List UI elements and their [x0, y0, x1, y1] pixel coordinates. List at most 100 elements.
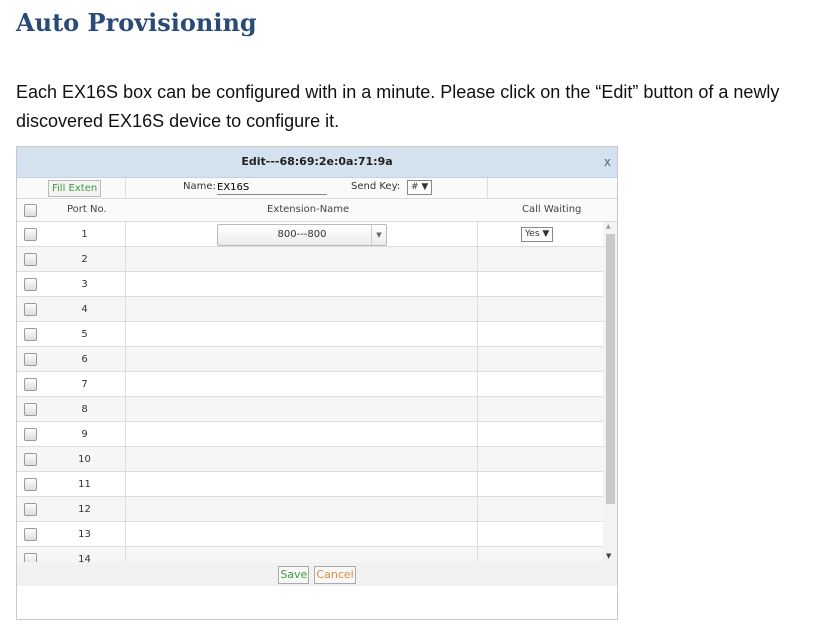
- divider: [477, 272, 478, 296]
- name-input[interactable]: [217, 180, 327, 195]
- row-checkbox[interactable]: [24, 378, 37, 391]
- port-number: 7: [81, 379, 88, 390]
- port-number: 5: [81, 329, 88, 340]
- dialog-title: Edit---68:69:2e:0a:71:9a: [241, 155, 393, 168]
- table-row: 7: [17, 372, 603, 397]
- fill-exten-button[interactable]: Fill Exten: [48, 180, 102, 197]
- name-label: Name:: [183, 181, 216, 192]
- extension-select[interactable]: 800---800 ▼: [217, 224, 387, 246]
- row-checkbox[interactable]: [24, 503, 37, 516]
- port-number: 6: [81, 354, 88, 365]
- row-checkbox[interactable]: [24, 228, 37, 241]
- table-row: 11: [17, 472, 603, 497]
- row-checkbox[interactable]: [24, 553, 37, 562]
- port-number: 3: [81, 279, 88, 290]
- dialog-footer: Save Cancel: [17, 562, 617, 586]
- divider: [125, 347, 126, 371]
- divider: [125, 372, 126, 396]
- divider: [125, 472, 126, 496]
- port-number: 10: [78, 454, 91, 465]
- divider: [477, 222, 478, 246]
- divider: [125, 222, 126, 246]
- header-port: Port No.: [67, 204, 107, 215]
- table-row: 1 800---800 ▼ Yes ▼: [17, 222, 603, 247]
- header-call-waiting: Call Waiting: [522, 204, 582, 215]
- port-number: 13: [78, 529, 91, 540]
- divider: [125, 272, 126, 296]
- port-number: 9: [81, 429, 88, 440]
- row-checkbox[interactable]: [24, 253, 37, 266]
- port-number: 12: [78, 504, 91, 515]
- send-key-value: #: [411, 182, 419, 192]
- row-checkbox[interactable]: [24, 278, 37, 291]
- divider: [487, 178, 488, 198]
- divider: [125, 522, 126, 546]
- document-title: Auto Provisioning: [16, 8, 257, 37]
- table-row: 2: [17, 247, 603, 272]
- table-row: 4: [17, 297, 603, 322]
- table-row: 3: [17, 272, 603, 297]
- divider: [125, 447, 126, 471]
- table-body: 1 800---800 ▼ Yes ▼ 2 3 4 5 6 7 8 9 10 11 12 13 14 ▲ ▼: [17, 222, 617, 562]
- divider: [125, 397, 126, 421]
- row-checkbox[interactable]: [24, 353, 37, 366]
- table-header: Port No. Extension-Name Call Waiting: [17, 199, 617, 222]
- row-checkbox[interactable]: [24, 453, 37, 466]
- row-checkbox[interactable]: [24, 428, 37, 441]
- divider: [477, 522, 478, 546]
- port-number: 11: [78, 479, 91, 490]
- divider: [125, 422, 126, 446]
- triangle-down-icon: ▼: [371, 225, 386, 245]
- scrollbar-thumb[interactable]: [606, 234, 615, 504]
- row-checkbox[interactable]: [24, 328, 37, 341]
- divider: [125, 247, 126, 271]
- divider: [477, 422, 478, 446]
- divider: [477, 497, 478, 521]
- extension-value: 800---800: [277, 229, 327, 240]
- row-checkbox[interactable]: [24, 528, 37, 541]
- edit-dialog: Edit---68:69:2e:0a:71:9a x Fill Exten Na…: [16, 146, 618, 620]
- divider: [125, 547, 126, 562]
- document-paragraph: Each EX16S box can be configured with in…: [16, 82, 780, 131]
- table-row: 13: [17, 522, 603, 547]
- port-number: 8: [81, 404, 88, 415]
- table-row: 8: [17, 397, 603, 422]
- port-number: 14: [78, 554, 91, 562]
- row-checkbox[interactable]: [24, 478, 37, 491]
- divider: [125, 297, 126, 321]
- triangle-down-icon: ▼: [542, 229, 550, 239]
- config-row: Fill Exten Name: Send Key: # ▼: [17, 178, 617, 199]
- cancel-button[interactable]: Cancel: [314, 566, 356, 584]
- row-checkbox[interactable]: [24, 403, 37, 416]
- divider: [477, 472, 478, 496]
- scrollbar[interactable]: ▲ ▼: [603, 222, 617, 562]
- table-row: 9: [17, 422, 603, 447]
- dialog-titlebar: Edit---68:69:2e:0a:71:9a x: [17, 147, 617, 178]
- divider: [477, 447, 478, 471]
- table-row: 6: [17, 347, 603, 372]
- divider: [477, 297, 478, 321]
- port-number: 4: [81, 304, 88, 315]
- port-number: 2: [81, 254, 88, 265]
- save-button[interactable]: Save: [278, 566, 310, 584]
- call-waiting-select[interactable]: Yes ▼: [521, 227, 554, 242]
- divider: [125, 497, 126, 521]
- close-icon[interactable]: x: [604, 147, 611, 177]
- send-key-label: Send Key:: [351, 181, 401, 192]
- table-row: 10: [17, 447, 603, 472]
- divider: [477, 322, 478, 346]
- table-row: 5: [17, 322, 603, 347]
- divider: [477, 547, 478, 562]
- table-row: 12: [17, 497, 603, 522]
- send-key-select[interactable]: # ▼: [407, 180, 433, 195]
- select-all-checkbox[interactable]: [24, 204, 37, 217]
- triangle-down-icon: ▼: [421, 182, 429, 192]
- scroll-down-icon[interactable]: ▼: [606, 552, 611, 560]
- divider: [477, 372, 478, 396]
- divider: [477, 397, 478, 421]
- port-number: 1: [81, 229, 88, 240]
- scroll-up-icon[interactable]: ▲: [606, 223, 611, 230]
- row-checkbox[interactable]: [24, 303, 37, 316]
- divider: [125, 322, 126, 346]
- header-extension: Extension-Name: [267, 204, 350, 215]
